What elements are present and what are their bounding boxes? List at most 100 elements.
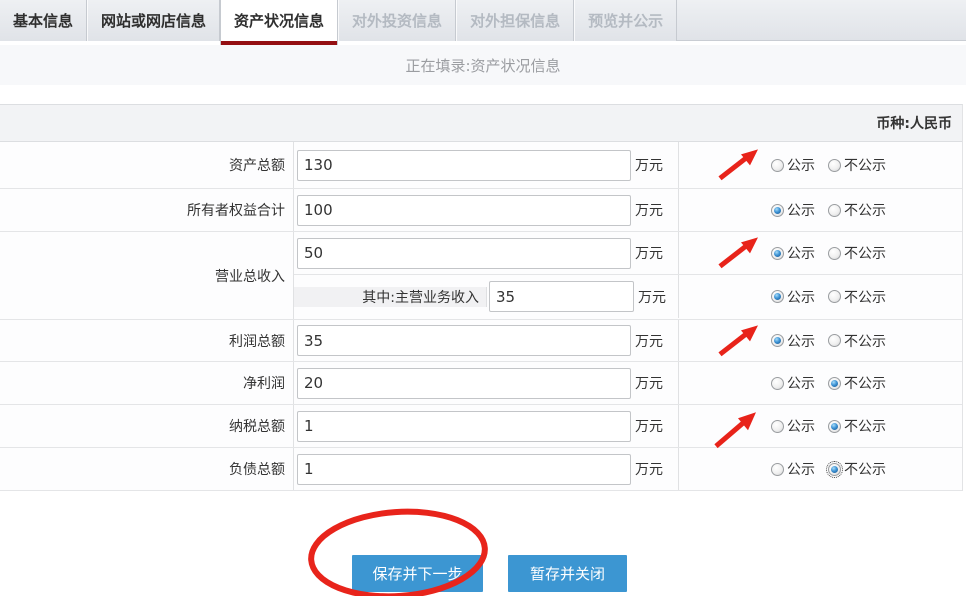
radio-public-label[interactable]: 公示 <box>787 416 815 436</box>
radio-public-label[interactable]: 公示 <box>787 243 815 263</box>
publicity-public-option[interactable]: 公示 <box>771 200 815 220</box>
radio-public[interactable] <box>771 334 784 347</box>
radio-public-label[interactable]: 公示 <box>787 331 815 351</box>
radio-public-label[interactable]: 公示 <box>787 459 815 479</box>
publicity-private-option[interactable]: 不公示 <box>828 287 886 307</box>
tab-label: 基本信息 <box>13 10 73 31</box>
tab-external-investment-info: 对外投资信息 <box>338 0 456 41</box>
radio-public-label[interactable]: 公示 <box>787 373 815 393</box>
row-label: 所有者权益合计 <box>0 189 294 231</box>
total-revenue-input[interactable] <box>297 238 631 269</box>
radio-private-label[interactable]: 不公示 <box>844 373 886 393</box>
red-arrow-annotation <box>717 323 761 357</box>
radio-public[interactable] <box>771 377 784 390</box>
radio-public[interactable] <box>771 204 784 217</box>
filling-status-text: 正在填录:资产状况信息 <box>405 55 560 76</box>
radio-private-label[interactable]: 不公示 <box>844 243 886 263</box>
tab-label: 对外投资信息 <box>352 10 442 31</box>
publicity-private-option[interactable]: 不公示 <box>828 373 886 393</box>
tab-basic-info[interactable]: 基本信息 <box>0 0 87 41</box>
publicity-public-option[interactable]: 公示 <box>771 243 815 263</box>
publicity-private-option[interactable]: 不公示 <box>828 416 886 436</box>
status-band: 正在填录:资产状况信息 <box>0 45 966 85</box>
tab-external-guarantee-info: 对外担保信息 <box>456 0 574 41</box>
total-liabilities-input[interactable] <box>297 454 631 485</box>
table-header-row: 币种:人民币 <box>0 105 962 142</box>
publicity-public-option[interactable]: 公示 <box>771 287 815 307</box>
total-assets-input[interactable] <box>297 150 631 181</box>
publicity-private-option[interactable]: 不公示 <box>828 243 886 263</box>
unit-label: 万元 <box>635 373 663 393</box>
tab-website-info[interactable]: 网站或网店信息 <box>87 0 220 41</box>
publicity-public-option[interactable]: 公示 <box>771 459 815 479</box>
button-row: 保存并下一步 暂存并关闭 <box>352 555 966 592</box>
unit-label: 万元 <box>635 155 663 175</box>
publicity-public-option[interactable]: 公示 <box>771 416 815 436</box>
save-and-next-button[interactable]: 保存并下一步 <box>352 555 483 592</box>
table-row-combined: 营业总收入 万元 公示 <box>0 232 962 320</box>
radio-private[interactable] <box>828 247 841 260</box>
radio-public-label[interactable]: 公示 <box>787 155 815 175</box>
radio-private[interactable] <box>828 463 841 476</box>
tab-label: 资产状况信息 <box>234 10 324 31</box>
tab-label: 网站或网店信息 <box>101 10 206 31</box>
tab-label: 对外担保信息 <box>470 10 560 31</box>
radio-private-label[interactable]: 不公示 <box>844 459 886 479</box>
tab-label: 预览并公示 <box>588 10 663 31</box>
unit-label: 万元 <box>635 243 663 263</box>
total-profit-input[interactable] <box>297 325 631 356</box>
radio-private-label[interactable]: 不公示 <box>844 416 886 436</box>
publicity-private-option[interactable]: 不公示 <box>828 200 886 220</box>
row-label: 净利润 <box>0 362 294 404</box>
radio-private[interactable] <box>828 290 841 303</box>
publicity-private-option[interactable]: 不公示 <box>828 155 886 175</box>
radio-private[interactable] <box>828 334 841 347</box>
net-profit-input[interactable] <box>297 368 631 399</box>
table-row: 所有者权益合计 万元 公示 不公示 <box>0 189 962 232</box>
radio-private[interactable] <box>828 420 841 433</box>
row-label: 负债总额 <box>0 448 294 490</box>
publicity-public-option[interactable]: 公示 <box>771 155 815 175</box>
publicity-private-option[interactable]: 不公示 <box>828 459 886 479</box>
sub-row-label: 其中:主营业务收入 <box>294 287 487 307</box>
publicity-public-option[interactable]: 公示 <box>771 373 815 393</box>
radio-private-label[interactable]: 不公示 <box>844 155 886 175</box>
table-row: 净利润 万元 公示 不公示 <box>0 362 962 405</box>
unit-label: 万元 <box>635 200 663 220</box>
radio-public-label[interactable]: 公示 <box>787 287 815 307</box>
tab-bar: 基本信息 网站或网店信息 资产状况信息 对外投资信息 对外担保信息 预览并公示 <box>0 0 966 45</box>
radio-private[interactable] <box>828 159 841 172</box>
radio-private[interactable] <box>828 377 841 390</box>
unit-label: 万元 <box>638 287 666 307</box>
publicity-public-option[interactable]: 公示 <box>771 331 815 351</box>
tab-preview-publish: 预览并公示 <box>574 0 677 41</box>
radio-public[interactable] <box>771 463 784 476</box>
red-arrow-annotation <box>717 235 761 269</box>
table-row: 纳税总额 万元 公示 不公示 <box>0 405 962 448</box>
tab-asset-status-info[interactable]: 资产状况信息 <box>220 0 338 45</box>
radio-private[interactable] <box>828 204 841 217</box>
owners-equity-input[interactable] <box>297 195 631 226</box>
radio-public[interactable] <box>771 420 784 433</box>
radio-public[interactable] <box>771 159 784 172</box>
publicity-private-option[interactable]: 不公示 <box>828 331 886 351</box>
row-label: 纳税总额 <box>0 405 294 447</box>
unit-label: 万元 <box>635 331 663 351</box>
unit-label: 万元 <box>635 416 663 436</box>
red-arrow-annotation <box>713 409 759 449</box>
radio-private-label[interactable]: 不公示 <box>844 200 886 220</box>
row-label: 资产总额 <box>0 142 294 188</box>
currency-label: 币种:人民币 <box>876 113 952 133</box>
unit-label: 万元 <box>635 459 663 479</box>
radio-private-label[interactable]: 不公示 <box>844 287 886 307</box>
main-business-revenue-input[interactable] <box>489 281 634 312</box>
save-and-close-button[interactable]: 暂存并关闭 <box>508 555 627 592</box>
table-row: 负债总额 万元 公示 不公示 <box>0 448 962 491</box>
radio-public[interactable] <box>771 290 784 303</box>
total-tax-input[interactable] <box>297 411 631 442</box>
radio-private-label[interactable]: 不公示 <box>844 331 886 351</box>
row-label: 利润总额 <box>0 320 294 361</box>
radio-public-label[interactable]: 公示 <box>787 200 815 220</box>
radio-public[interactable] <box>771 247 784 260</box>
row-label: 营业总收入 <box>0 232 294 319</box>
